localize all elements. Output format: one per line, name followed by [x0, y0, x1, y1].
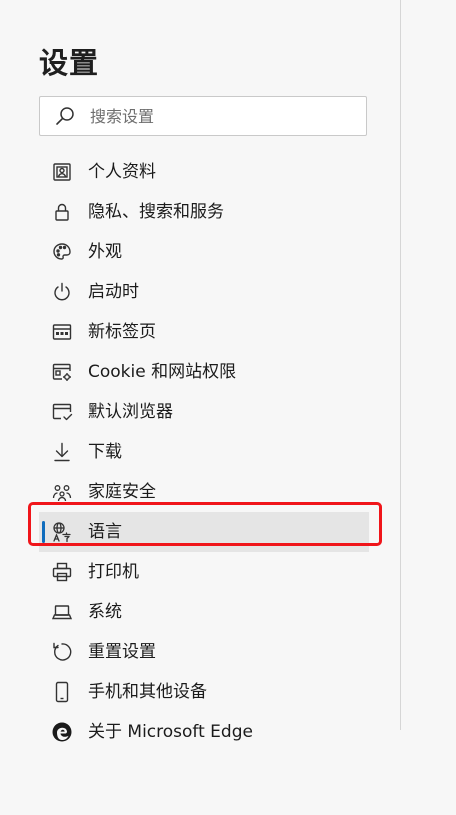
nav-label: 隐私、搜索和服务	[88, 202, 224, 222]
family-icon	[51, 481, 73, 503]
nav-label: 家庭安全	[88, 482, 156, 502]
nav-label: 外观	[88, 242, 122, 262]
printer-icon	[51, 561, 73, 583]
nav-label: 下载	[88, 442, 122, 462]
nav-label: Cookie 和网站权限	[88, 362, 237, 382]
nav-label: 新标签页	[88, 322, 156, 342]
nav-label: 重置设置	[88, 642, 156, 662]
nav-item-downloads[interactable]: 下载	[39, 432, 369, 472]
pane-divider	[400, 0, 401, 730]
nav-label: 系统	[88, 602, 122, 622]
nav-label: 默认浏览器	[88, 402, 173, 422]
nav-item-default-browser[interactable]: 默认浏览器	[39, 392, 369, 432]
nav-item-printers[interactable]: 打印机	[39, 552, 369, 592]
nav-item-language[interactable]: 语言	[39, 512, 369, 552]
nav-item-cookies[interactable]: Cookie 和网站权限	[39, 352, 369, 392]
default-browser-icon	[51, 401, 73, 423]
nav-item-system[interactable]: 系统	[39, 592, 369, 632]
nav-item-startup[interactable]: 启动时	[39, 272, 369, 312]
laptop-icon	[51, 601, 73, 623]
edge-logo-icon	[51, 721, 73, 743]
page-title: 设置	[39, 46, 100, 80]
search-icon	[55, 106, 75, 126]
profile-icon	[51, 161, 73, 183]
nav-label: 手机和其他设备	[88, 682, 207, 702]
nav-item-new-tab[interactable]: 新标签页	[39, 312, 369, 352]
nav-label: 语言	[88, 522, 122, 542]
nav-label: 关于 Microsoft Edge	[88, 722, 253, 742]
power-icon	[51, 281, 73, 303]
nav-label: 打印机	[88, 562, 139, 582]
nav-item-privacy[interactable]: 隐私、搜索和服务	[39, 192, 369, 232]
nav-item-reset[interactable]: 重置设置	[39, 632, 369, 672]
nav-item-family[interactable]: 家庭安全	[39, 472, 369, 512]
nav-item-about[interactable]: 关于 Microsoft Edge	[39, 712, 369, 752]
search-box[interactable]	[39, 96, 367, 136]
language-icon	[51, 521, 73, 543]
site-permissions-icon	[51, 361, 73, 383]
nav-item-profile[interactable]: 个人资料	[39, 152, 369, 192]
nav-item-phone[interactable]: 手机和其他设备	[39, 672, 369, 712]
palette-icon	[51, 241, 73, 263]
settings-sidebar: 设置 个人资料	[0, 0, 400, 815]
search-input[interactable]	[90, 97, 350, 135]
nav-label: 启动时	[88, 282, 139, 302]
settings-nav: 个人资料 隐私、搜索和服务 外观 启动时 新标签页 Cookie 和网站权限 默…	[39, 152, 369, 752]
nav-label: 个人资料	[88, 162, 156, 182]
reset-icon	[51, 641, 73, 663]
phone-icon	[51, 681, 73, 703]
nav-item-appearance[interactable]: 外观	[39, 232, 369, 272]
new-tab-icon	[51, 321, 73, 343]
download-icon	[51, 441, 73, 463]
lock-icon	[51, 201, 73, 223]
